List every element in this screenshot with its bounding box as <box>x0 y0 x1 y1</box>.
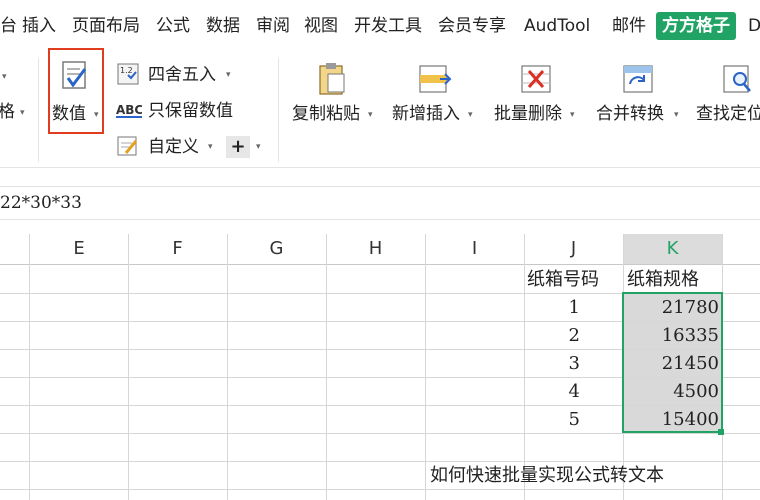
menu-tab-page-layout[interactable]: 页面布局 <box>72 14 140 38</box>
caption-cell[interactable]: 如何快速批量实现公式转文本 <box>430 464 664 488</box>
chevron-down-icon[interactable]: ▾ <box>2 72 7 82</box>
menu-tab-member[interactable]: 会员专享 <box>438 14 506 38</box>
grid-line <box>0 489 760 490</box>
chevron-down-icon: ▾ <box>468 110 473 120</box>
merge-convert-label: 合并转换 <box>596 104 664 124</box>
round-icon: 1.2 <box>117 63 139 85</box>
ribbon-divider <box>278 58 279 162</box>
header-bottom-border <box>0 264 760 265</box>
chevron-down-icon: ▾ <box>674 110 679 120</box>
number-format-icon <box>62 61 87 89</box>
menu-tab-overflow[interactable]: D <box>748 14 760 38</box>
cell-j-row[interactable]: 5 <box>524 408 580 432</box>
custom-format-icon <box>117 136 138 156</box>
ribbon-divider <box>38 58 39 162</box>
keep-values-button[interactable]: 只保留数值 <box>148 99 233 123</box>
column-header-i[interactable]: I <box>425 234 524 264</box>
menu-bar: 台 插入 页面布局 公式 数据 审阅 视图 开发工具 会员专享 AudTool … <box>0 0 760 50</box>
copy-paste-label: 复制粘贴 <box>292 104 360 124</box>
chevron-down-icon[interactable]: ▾ <box>20 108 25 118</box>
chevron-down-icon: ▾ <box>94 110 99 120</box>
ribbon: ▾ 格 ▾ 数值 ▾ 1.2 四舍五入 ▾ ABC 只保留数值 自定义 ▾ + … <box>0 48 760 168</box>
round-button[interactable]: 四舍五入 <box>148 63 216 87</box>
menu-tab-formula[interactable]: 公式 <box>156 14 190 38</box>
column-header-g[interactable]: G <box>227 234 326 264</box>
chevron-down-icon[interactable]: ▾ <box>256 142 261 152</box>
insert-label: 新增插入 <box>392 104 460 124</box>
cell-j-row[interactable]: 2 <box>524 324 580 348</box>
insert-button[interactable]: 新增插入 ▾ <box>390 60 480 140</box>
column-header-k[interactable]: K <box>623 234 722 264</box>
menu-tab-insert[interactable]: 插入 <box>22 14 56 38</box>
copy-paste-button[interactable]: 复制粘贴 ▾ <box>288 60 378 140</box>
column-header-e[interactable]: E <box>30 234 128 264</box>
column-header-h[interactable]: H <box>326 234 425 264</box>
cell-k-header[interactable]: 纸箱规格 <box>627 268 699 292</box>
menu-tab-developer[interactable]: 开发工具 <box>354 14 422 38</box>
cell-j-header[interactable]: 纸箱号码 <box>527 268 599 292</box>
menu-tab-mail[interactable]: 邮件 <box>612 14 646 38</box>
cell-j-row[interactable]: 4 <box>524 380 580 404</box>
batch-delete-label: 批量删除 <box>494 104 562 124</box>
number-button[interactable]: 数值 ▾ <box>48 48 104 134</box>
chevron-down-icon: ▾ <box>368 110 373 120</box>
ribbon-left-label[interactable]: 格 <box>0 100 15 124</box>
cell-j-row[interactable]: 3 <box>524 352 580 376</box>
chevron-down-icon[interactable]: ▾ <box>226 70 231 80</box>
plus-icon: + <box>230 136 246 157</box>
grid-line <box>0 433 760 434</box>
delete-icon <box>521 65 551 93</box>
keep-values-icon: ABC <box>116 103 142 118</box>
formula-bar-value[interactable]: 22*30*33 <box>0 191 82 215</box>
find-locate-button[interactable]: 查找定位 <box>696 60 760 140</box>
merge-convert-button[interactable]: 合并转换 ▾ <box>594 60 686 140</box>
chevron-down-icon: ▾ <box>570 110 575 120</box>
find-icon <box>723 65 751 93</box>
spreadsheet-grid: E F G H I J K 纸箱号码 纸箱规格 1 21780 2 16335 … <box>0 230 760 500</box>
menu-tab-audtool[interactable]: AudTool <box>524 14 590 38</box>
plus-button[interactable]: + <box>226 136 250 158</box>
merge-icon <box>623 65 653 93</box>
chevron-down-icon[interactable]: ▾ <box>208 142 213 152</box>
column-header-f[interactable]: F <box>128 234 227 264</box>
svg-text:1.2: 1.2 <box>120 66 133 75</box>
menu-tab-data[interactable]: 数据 <box>206 14 240 38</box>
selection-border <box>622 292 723 433</box>
formula-bar[interactable]: 22*30*33 <box>0 186 760 220</box>
menu-tab-review[interactable]: 审阅 <box>256 14 290 38</box>
svg-text:ABC: ABC <box>116 103 142 117</box>
batch-delete-button[interactable]: 批量删除 ▾ <box>492 60 582 140</box>
fill-handle[interactable] <box>718 429 724 435</box>
menu-tab-start[interactable]: 台 <box>0 14 17 38</box>
menu-tab-fangfang[interactable]: 方方格子 <box>656 12 736 40</box>
grid-line <box>0 461 760 462</box>
number-button-label: 数值 <box>52 104 86 124</box>
cell-j-row[interactable]: 1 <box>524 296 580 320</box>
find-locate-label: 查找定位 <box>696 104 760 124</box>
menu-tab-view[interactable]: 视图 <box>304 14 338 38</box>
custom-button[interactable]: 自定义 <box>148 135 199 159</box>
column-header-j[interactable]: J <box>524 234 623 264</box>
clipboard-icon <box>319 63 345 95</box>
insert-icon <box>419 65 452 93</box>
